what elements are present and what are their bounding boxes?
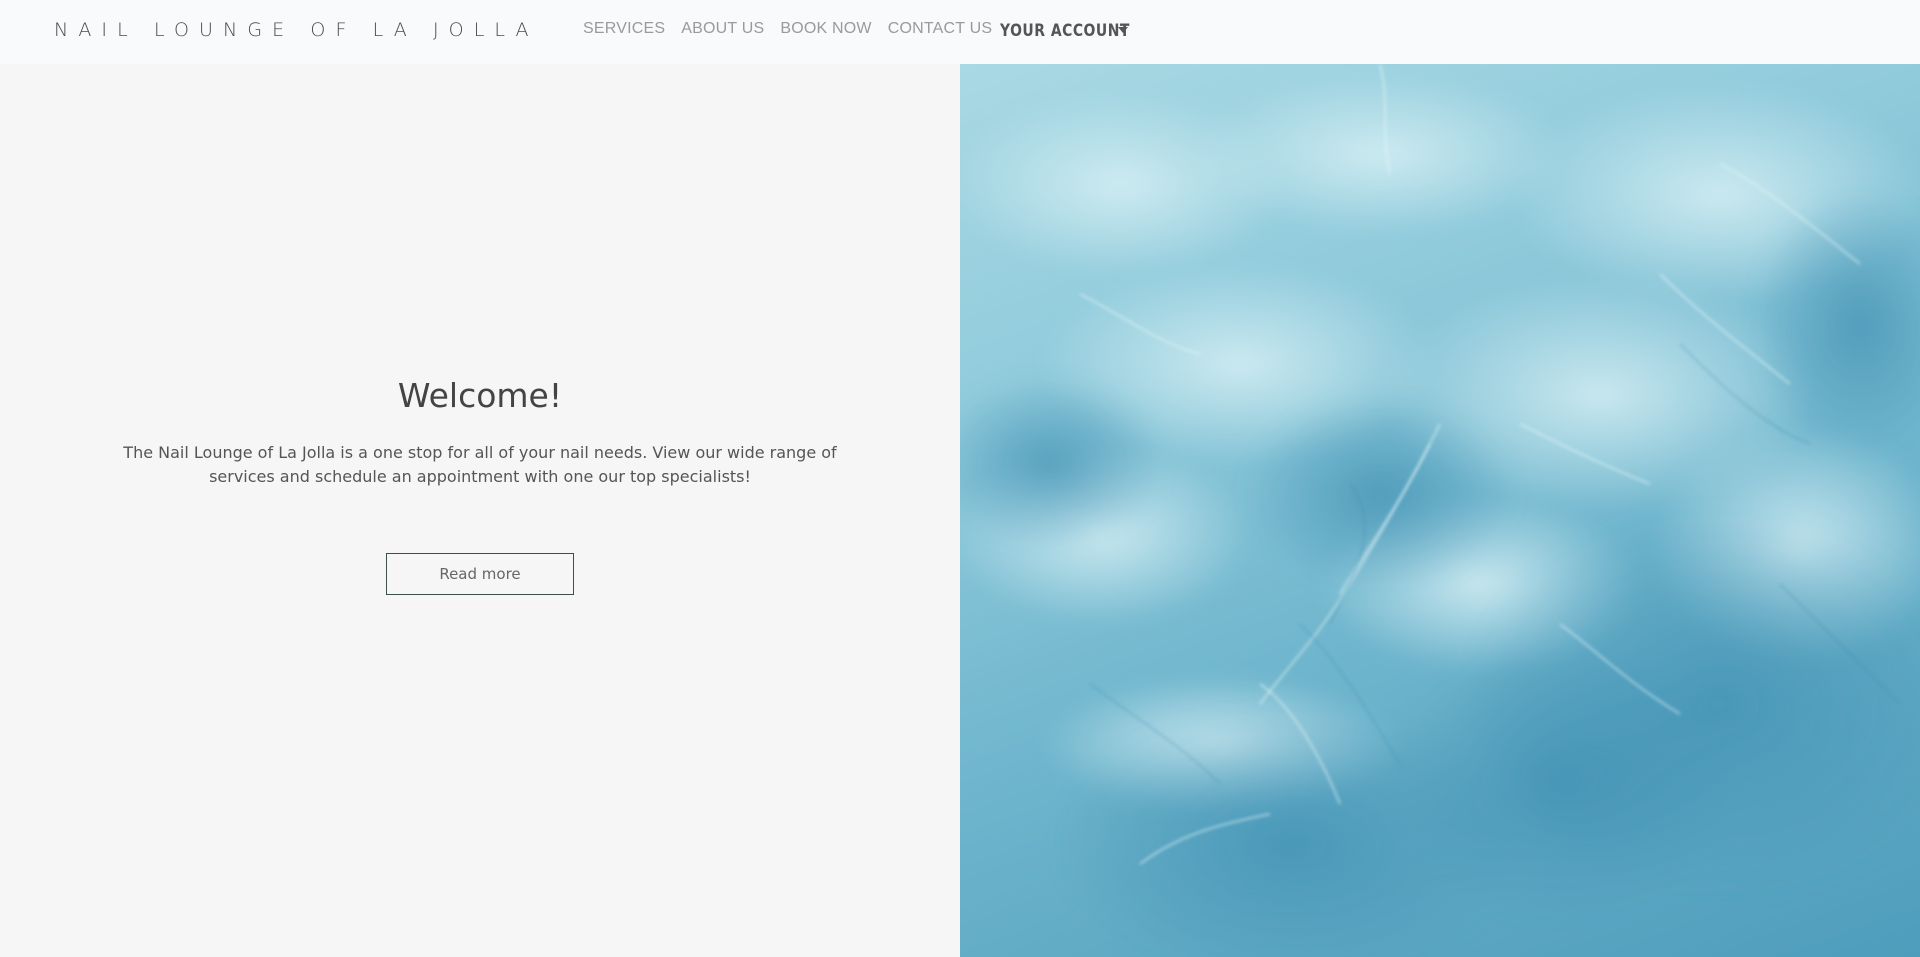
main-nav: SERVICES ABOUT US BOOK NOW CONTACT US YO… [583,17,1131,41]
nav-link-contact-us[interactable]: CONTACT US [888,20,993,38]
hero-water-image [960,64,1920,957]
read-more-button[interactable]: Read more [386,553,574,595]
nav-link-about-us[interactable]: ABOUT US [681,20,764,38]
nav-link-book-now[interactable]: BOOK NOW [780,20,871,38]
brand-logo[interactable]: NAIL LOUNGE OF LA JOLLA [54,19,539,41]
water-texture [960,64,1920,957]
nav-link-services[interactable]: SERVICES [583,20,665,38]
hero-text-panel: Welcome! The Nail Lounge of La Jolla is … [0,64,960,957]
account-dropdown[interactable]: YOUR ACCOUNT [1000,21,1131,41]
hero-description: The Nail Lounge of La Jolla is a one sto… [123,443,837,486]
site-header: NAIL LOUNGE OF LA JOLLA SERVICES ABOUT U… [0,0,1920,64]
account-label: YOUR ACCOUNT [1000,21,1131,41]
hero-title: Welcome! [397,376,563,415]
